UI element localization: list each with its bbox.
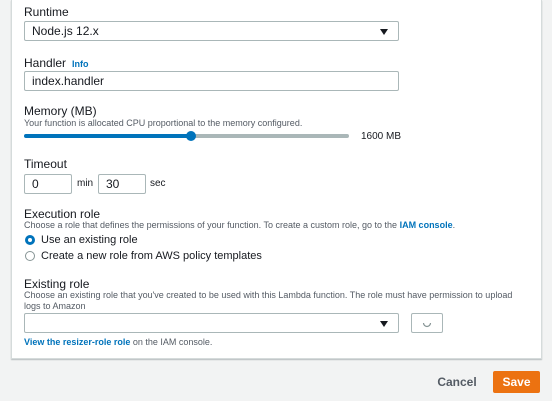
refresh-icon [422,322,432,328]
handler-input-value: index.handler [32,74,105,88]
execution-role-label: Execution role [24,207,101,221]
save-button[interactable]: Save [493,371,540,393]
timeout-label: Timeout [24,157,67,171]
refresh-button[interactable] [411,313,443,333]
radio-use-existing-role[interactable] [25,235,35,245]
existing-role-label: Existing role [24,277,90,291]
handler-label: Handler Info [24,56,89,70]
handler-input[interactable]: index.handler [24,71,399,91]
caret-down-icon [380,321,388,327]
memory-description: Your function is allocated CPU proportio… [24,118,303,128]
radio-use-existing-role-label[interactable]: Use an existing role [41,234,138,246]
existing-role-select[interactable] [24,313,399,333]
view-role-suffix: on the IAM console. [130,337,213,347]
memory-slider-fill [24,134,192,138]
timeout-minutes-input[interactable]: 0 [24,174,72,194]
existing-role-description-line1: Choose an existing role that you've crea… [24,290,513,311]
execution-role-description-end: . [452,220,456,230]
runtime-select[interactable]: Node.js 12.x [24,21,399,41]
timeout-minutes-value: 0 [32,177,39,191]
memory-value: 1600 MB [361,131,402,142]
memory-slider-thumb[interactable] [186,131,196,141]
execution-role-description: Choose a role that defines the permissio… [24,220,455,231]
timeout-seconds-value: 30 [106,177,120,191]
iam-console-link[interactable]: IAM console [400,220,453,230]
timeout-min-unit: min [77,178,94,189]
view-role-link[interactable]: View the resizer-role role [24,337,130,347]
radio-create-new-role[interactable] [25,251,35,261]
memory-slider-track[interactable] [192,134,349,138]
timeout-seconds-input[interactable]: 30 [98,174,146,194]
timeout-sec-unit: sec [150,178,166,189]
handler-info-link[interactable]: Info [72,59,89,69]
view-role-line: View the resizer-role role on the IAM co… [24,337,212,348]
runtime-label: Runtime [24,5,69,19]
cancel-button[interactable]: Cancel [432,371,482,393]
runtime-select-value: Node.js 12.x [32,24,99,38]
radio-create-new-role-label[interactable]: Create a new role from AWS policy templa… [41,250,262,262]
handler-label-text: Handler [24,56,67,70]
memory-label: Memory (MB) [24,104,97,118]
execution-role-description-text: Choose a role that defines the permissio… [24,220,398,230]
caret-down-icon [380,29,388,35]
